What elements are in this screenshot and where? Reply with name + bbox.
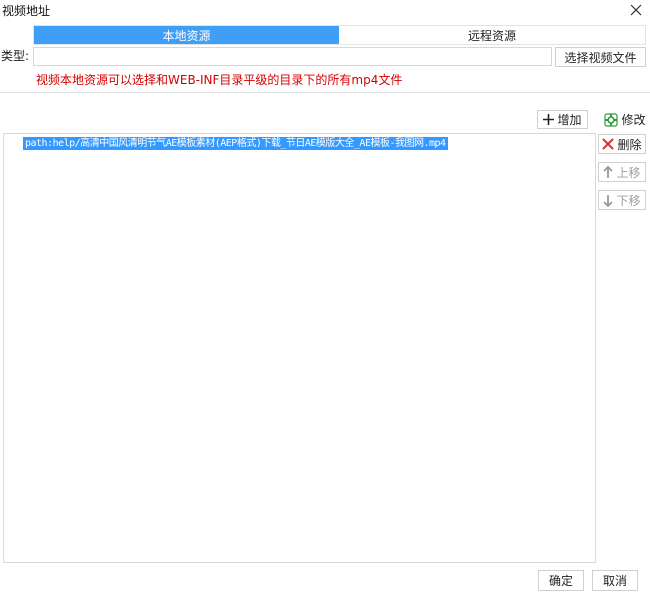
resource-tabs: 本地资源 远程资源 [33,25,646,45]
plus-icon [543,114,555,125]
add-button[interactable]: 增加 [537,110,588,129]
edit-button[interactable]: 修改 [601,110,649,129]
type-label: 类型: [1,49,30,63]
close-button[interactable] [626,0,646,20]
edit-button-label: 修改 [621,113,646,127]
move-down-label: 下移 [616,193,641,208]
choose-video-file-button[interactable]: 选择视频文件 [555,47,646,67]
dialog-title: 视频地址 [2,4,51,18]
delete-x-icon [602,138,615,150]
edit-icon [604,112,619,127]
tab-local-resource[interactable]: 本地资源 [34,26,339,44]
cancel-button[interactable]: 取消 [592,570,638,591]
delete-button-label: 删除 [617,137,642,152]
ok-button[interactable]: 确定 [538,570,584,591]
video-path-field[interactable] [33,47,552,66]
video-list[interactable]: path:help/高清中国风清明节气AE模板素材(AEP格式)下载_节日AE模… [3,133,596,563]
list-item[interactable]: path:help/高清中国风清明节气AE模板素材(AEP格式)下载_节日AE模… [23,137,448,150]
move-up-button[interactable]: 上移 [598,162,646,182]
delete-button[interactable]: 删除 [598,134,646,154]
hint-text: 视频本地资源可以选择和WEB-INF目录平级的目录下的所有mp4文件 [36,73,403,87]
move-down-button[interactable]: 下移 [598,190,646,210]
tab-remote-resource[interactable]: 远程资源 [339,26,645,44]
arrow-up-icon [603,165,614,179]
close-icon [630,4,642,16]
add-button-label: 增加 [557,113,582,127]
section-divider [0,92,650,93]
arrow-down-icon [603,194,614,207]
move-up-label: 上移 [616,165,641,180]
